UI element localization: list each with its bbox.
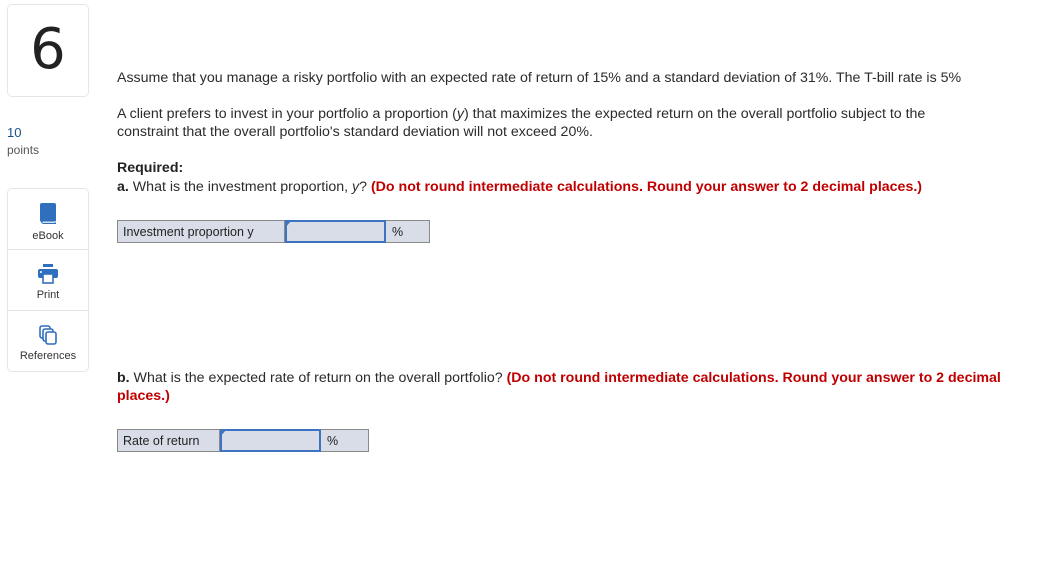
ebook-label: eBook xyxy=(32,230,64,242)
rate-of-return-input[interactable] xyxy=(220,429,321,452)
tools-panel: eBook Print References xyxy=(7,188,89,372)
investment-proportion-input[interactable] xyxy=(285,220,386,243)
required-heading: Required: xyxy=(117,160,184,176)
prompt-text: A client prefers to invest in your portf… xyxy=(117,106,457,122)
print-label: Print xyxy=(36,289,60,301)
question-number: 6 xyxy=(30,16,66,82)
question-text: ? xyxy=(359,179,371,195)
book-icon xyxy=(39,203,57,225)
prompt-text: constraint that the overall portfolio's … xyxy=(117,124,593,140)
variable-y: y xyxy=(456,106,464,122)
question-text: What is the expected rate of return on t… xyxy=(129,370,507,386)
answer-row-investment-proportion: Investment proportion y % xyxy=(117,220,430,243)
points-value: 10 xyxy=(7,125,22,140)
references-button[interactable]: References xyxy=(8,311,88,372)
answer-row-rate-of-return: Rate of return % xyxy=(117,429,369,452)
input-flag-icon xyxy=(220,430,226,437)
prompt-text: ) that maximizes the expected return on … xyxy=(463,106,926,122)
prompt-paragraph-1: Assume that you manage a risky portfolio… xyxy=(117,70,962,86)
input-flag-icon xyxy=(285,221,291,228)
question-text: What is the investment proportion, xyxy=(128,179,353,195)
answer-input-wrapper xyxy=(220,429,321,452)
points-label: points xyxy=(7,143,40,157)
question-number-box: 6 xyxy=(7,4,89,97)
ebook-button[interactable]: eBook xyxy=(8,189,88,250)
print-button[interactable]: Print xyxy=(8,250,88,311)
rounding-instruction: (Do not round intermediate calculations.… xyxy=(370,179,923,195)
references-label: References xyxy=(19,350,77,362)
prompt-paragraph-2: A client prefers to invest in your portf… xyxy=(117,105,925,141)
answer-label: Investment proportion y xyxy=(118,221,285,242)
documents-icon xyxy=(39,325,57,345)
part-letter: b. xyxy=(117,370,130,386)
printer-icon xyxy=(38,264,58,284)
answer-input-wrapper xyxy=(285,220,386,243)
answer-unit: % xyxy=(392,225,404,239)
part-a-question: a. What is the investment proportion, y?… xyxy=(117,178,922,196)
answer-unit: % xyxy=(327,434,339,448)
part-letter: a. xyxy=(117,179,129,195)
answer-label: Rate of return xyxy=(118,430,220,451)
part-b-question: b. What is the expected rate of return o… xyxy=(117,369,1037,405)
